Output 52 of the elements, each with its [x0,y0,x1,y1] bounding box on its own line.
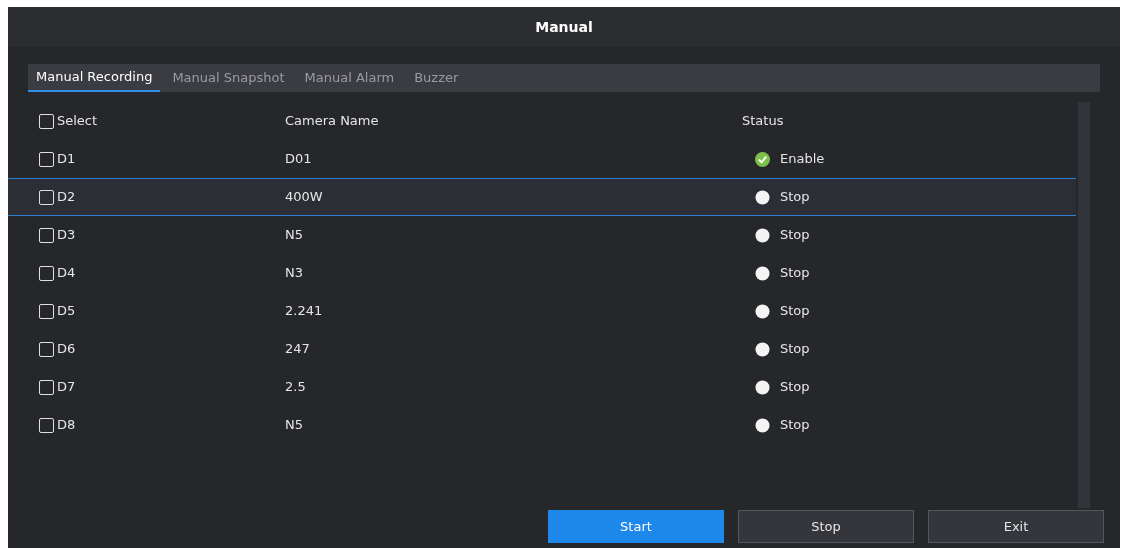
column-header: Status [742,112,784,131]
table-cell-text: N3 [285,264,304,283]
tab[interactable]: Buzzer [406,64,467,92]
checkbox[interactable] [39,113,54,129]
table-row[interactable]: D7 2.5 Stop [8,368,1076,406]
status-text: Enable [780,150,825,169]
table-cell-text: 2.5 [285,378,307,397]
table-row[interactable]: D4 N3 Stop [8,254,1076,292]
status-text: Stop [780,188,810,207]
window-title: Manual [535,17,593,37]
status-text: Stop [780,264,810,283]
table-cell-text: 247 [285,340,311,359]
table-row[interactable]: D1 D01 Enable [8,140,1076,178]
status-text: Stop [780,226,810,245]
checkbox[interactable] [39,417,54,433]
status-text: Stop [780,302,810,321]
checkbox[interactable] [39,265,54,281]
checkbox[interactable] [39,151,54,167]
checkbox[interactable] [39,189,54,205]
tab[interactable]: Manual Snapshot [164,64,293,92]
table-row[interactable]: D2 400W Stop [8,178,1076,216]
tab[interactable]: Manual Recording [28,64,161,92]
table-cell-text: N5 [285,416,304,435]
status-text: Stop [780,416,810,435]
table-row[interactable]: D5 2.241 Stop [8,292,1076,330]
table-cell-text: 400W [285,188,324,207]
checkbox[interactable] [39,379,54,395]
table-cell-text: D7 [57,378,76,397]
dialog-button[interactable]: Stop [738,510,914,543]
table-row[interactable]: D6 247 Stop [8,330,1076,368]
table-cell-text: N5 [285,226,304,245]
dialog-button[interactable]: Exit [928,510,1104,543]
table-cell-text: D5 [57,302,76,321]
table-cell-text: D1 [57,150,76,169]
table-row[interactable]: D8 N5 Stop [8,406,1076,444]
dialog-button[interactable]: Start [548,510,724,543]
table-row[interactable]: D3 N5 Stop [8,216,1076,254]
status-text: Stop [780,340,810,359]
table-cell-text: D2 [57,188,76,207]
table-cell-text: D6 [57,340,76,359]
column-header: Camera Name [285,112,380,131]
checkbox[interactable] [39,341,54,357]
checkbox[interactable] [39,227,54,243]
table-cell-text: 2.241 [285,302,324,321]
table-cell-text: D4 [57,264,76,283]
table-cell-text: D01 [285,150,313,169]
checkbox[interactable] [39,303,54,319]
tab[interactable]: Manual Alarm [296,64,403,92]
status-text: Stop [780,378,810,397]
table-cell-text: D8 [57,416,76,435]
table-cell-text: D3 [57,226,76,245]
column-header: Select [57,112,98,131]
